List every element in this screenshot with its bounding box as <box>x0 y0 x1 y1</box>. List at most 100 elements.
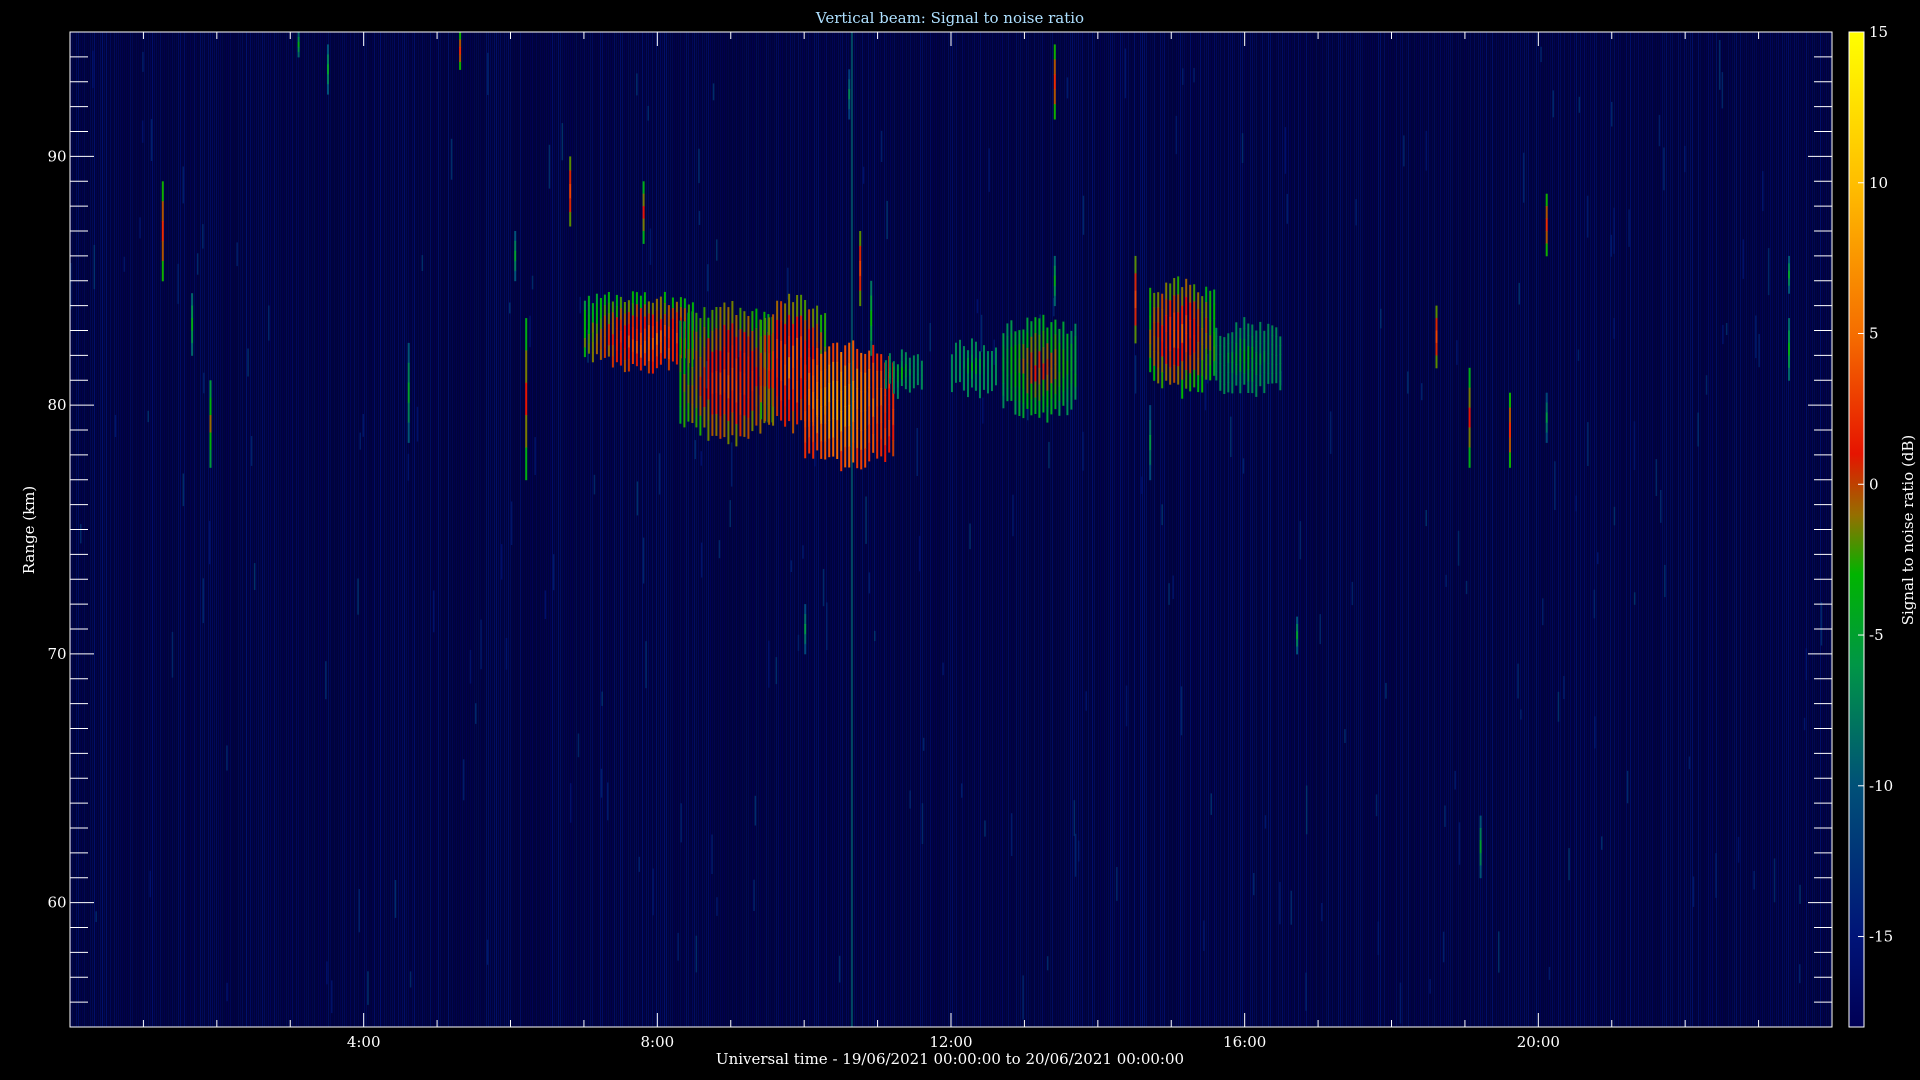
noise-column <box>1114 32 1115 1027</box>
echo-cell <box>679 307 682 318</box>
echo-cell <box>836 439 839 459</box>
echo-cell <box>840 411 843 432</box>
noise-column <box>1608 32 1609 1027</box>
noise-column <box>1186 32 1187 1027</box>
spike-segment <box>1435 318 1438 331</box>
spike-segment <box>569 156 572 171</box>
noise-streak <box>150 119 153 161</box>
echo-cell <box>1263 361 1266 373</box>
noise-column <box>272 32 273 1027</box>
noise-column <box>1776 32 1777 1027</box>
echo-cell <box>995 378 997 386</box>
echo-cell <box>908 374 911 382</box>
noise-column <box>1184 32 1185 1027</box>
noise-column <box>1698 32 1699 1027</box>
noise-streak <box>1552 90 1554 118</box>
noise-streak <box>961 783 963 798</box>
echo-cell <box>828 419 831 439</box>
noise-streak <box>988 148 990 192</box>
noise-column <box>296 32 297 1027</box>
echo-cell <box>1058 400 1061 416</box>
echo-cell <box>892 377 895 384</box>
noise-column <box>340 32 341 1027</box>
noise-column <box>1212 32 1213 1027</box>
noise-column <box>712 32 713 1027</box>
noise-column <box>232 32 233 1027</box>
echo-cell <box>1231 332 1234 343</box>
echo-cell <box>967 350 969 359</box>
echo-cell <box>884 395 887 413</box>
echo-cell <box>792 323 795 347</box>
noise-column <box>1058 32 1059 1027</box>
noise-column <box>1788 32 1789 1027</box>
noise-column <box>566 32 567 1027</box>
noise-column <box>1016 32 1017 1027</box>
echo-cell <box>583 347 586 358</box>
noise-column <box>1156 32 1157 1027</box>
echo-cell <box>747 316 750 337</box>
noise-streak <box>982 397 984 424</box>
echo-cell <box>1018 344 1021 359</box>
noise-column <box>1488 32 1489 1027</box>
spike-segment <box>525 415 528 448</box>
noise-column <box>1216 32 1217 1027</box>
spike-segment <box>1435 330 1438 344</box>
echo-cell <box>1177 348 1180 367</box>
noise-streak <box>475 703 477 724</box>
echo-cell <box>659 352 662 365</box>
echo-cell <box>963 346 965 354</box>
noise-column <box>1306 32 1307 1027</box>
echo-cell <box>892 393 895 410</box>
spike-segment <box>525 447 528 481</box>
noise-column <box>1344 32 1345 1027</box>
noise-streak <box>182 166 184 204</box>
noise-column <box>590 32 591 1027</box>
noise-column <box>784 32 785 1027</box>
noise-column <box>1804 32 1805 1027</box>
noise-streak <box>716 239 718 261</box>
noise-column <box>1512 32 1513 1027</box>
noise-column <box>364 32 365 1027</box>
echo-cell <box>1161 309 1164 326</box>
echo-cell <box>695 407 698 428</box>
noise-column <box>632 32 633 1027</box>
noise-column <box>682 32 683 1027</box>
noise-streak <box>462 759 465 801</box>
echo-cell <box>671 329 674 341</box>
echo-cell <box>727 352 730 376</box>
noise-column <box>956 32 957 1027</box>
noise-streak <box>1074 833 1077 877</box>
echo-cell <box>1034 317 1037 334</box>
noise-column <box>878 32 879 1027</box>
echo-cell <box>884 383 887 389</box>
echo-cell <box>983 382 985 390</box>
echo-cell <box>808 388 811 406</box>
echo-cell <box>695 350 698 371</box>
noise-column <box>470 32 471 1027</box>
spike-segment <box>1788 263 1790 272</box>
noise-column <box>184 32 185 1027</box>
echo-cell <box>1213 332 1216 348</box>
echo-cell <box>707 358 710 380</box>
echo-cell <box>623 313 626 326</box>
noise-column <box>1442 32 1443 1027</box>
noise-column <box>1710 32 1711 1027</box>
echo-cell <box>691 329 694 349</box>
noise-column <box>724 32 725 1027</box>
noise-column <box>420 32 421 1027</box>
echo-cell <box>768 353 771 372</box>
noise-column <box>526 32 527 1027</box>
spike <box>1053 255 1056 307</box>
noise-column <box>994 32 995 1027</box>
echo-cell <box>824 313 827 331</box>
noise-streak <box>529 315 531 348</box>
echo-cell <box>1149 343 1152 359</box>
noise-column <box>1582 32 1583 1027</box>
noise-column <box>160 32 161 1027</box>
echo-cell <box>603 315 606 327</box>
spike-segment <box>1545 218 1548 232</box>
noise-column <box>1318 32 1319 1027</box>
noise-column <box>300 32 301 1027</box>
echo-cell <box>812 327 815 347</box>
noise-column <box>98 32 99 1027</box>
